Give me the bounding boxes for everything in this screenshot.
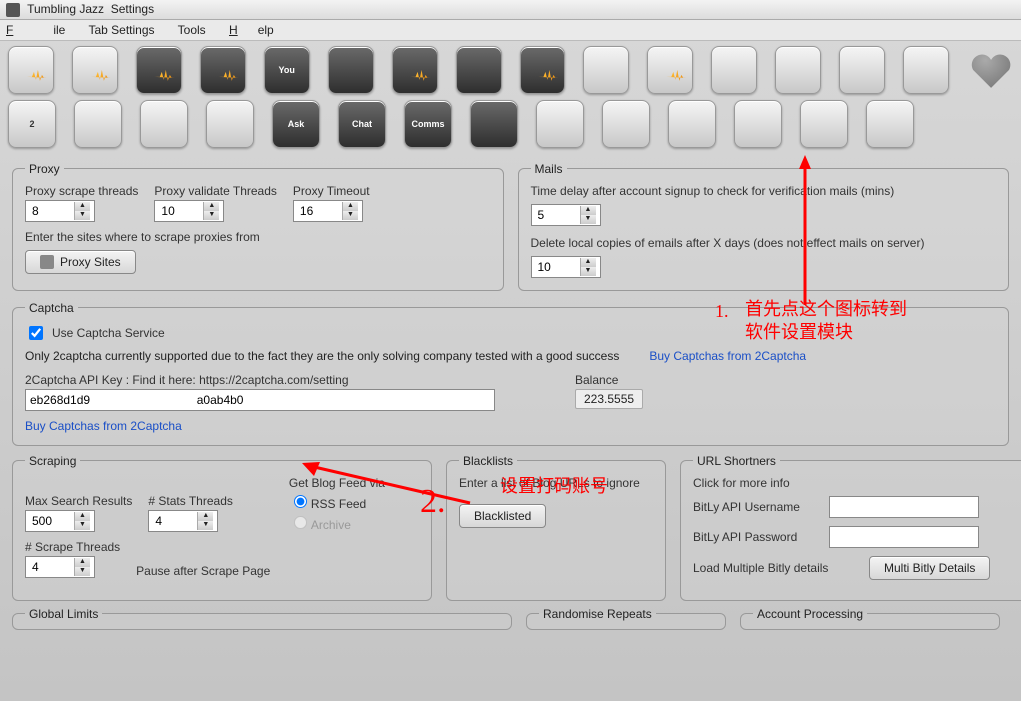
max-results-input[interactable]: ▲▼: [25, 510, 95, 532]
gear-settings-icon[interactable]: [800, 100, 848, 148]
notes-icon[interactable]: [8, 46, 54, 94]
two-icon[interactable]: 2: [8, 100, 56, 148]
blacklisted-button[interactable]: Blacklisted: [459, 504, 546, 528]
image-rss-icon[interactable]: [136, 46, 182, 94]
heart-icon[interactable]: [967, 46, 1013, 94]
scraping-legend: Scraping: [25, 454, 80, 468]
api-key-input[interactable]: [25, 389, 495, 411]
use-captcha-checkbox[interactable]: [29, 326, 43, 340]
shorteners-group: URL Shortners Click for more info BitLy …: [680, 454, 1021, 601]
robot-icon[interactable]: [866, 100, 914, 148]
proxy-sites-label: Enter the sites where to scrape proxies …: [25, 230, 260, 244]
clapper-icon[interactable]: [328, 46, 374, 94]
comms-icon[interactable]: Comms: [404, 100, 452, 148]
globe-rss-icon[interactable]: [200, 46, 246, 94]
balance-label: Balance: [575, 373, 643, 387]
youtube-icon[interactable]: You: [264, 46, 310, 94]
link-rss-icon[interactable]: [647, 46, 693, 94]
wifi-icon[interactable]: [206, 100, 254, 148]
mails-group: Mails Time delay after account signup to…: [518, 162, 1010, 291]
account-legend: Account Processing: [753, 607, 867, 621]
clapper-rss-icon[interactable]: [392, 46, 438, 94]
menubar: File Tab Settings Tools Help: [0, 20, 1021, 41]
proxy-validate-input[interactable]: ▲▼: [154, 200, 224, 222]
balance-value: 223.5555: [575, 389, 643, 409]
mail-delay-input[interactable]: ▲▼: [531, 204, 601, 226]
recycle-icon[interactable]: [775, 46, 821, 94]
load-bitly-label: Load Multiple Bitly details: [693, 561, 853, 575]
scraping-group: Scraping Max Search Results ▲▼ # Stats T…: [12, 454, 432, 601]
scrape-threads-label: # Scrape Threads: [25, 540, 120, 554]
mail-delay-label: Time delay after account signup to check…: [531, 184, 895, 198]
captcha-note: Only 2captcha currently supported due to…: [25, 349, 619, 363]
titlebar: Tumbling Jazz Settings: [0, 0, 1021, 20]
buy-captcha-link[interactable]: Buy Captchas from 2Captcha: [649, 349, 806, 363]
app-name: Tumbling Jazz: [27, 2, 104, 16]
satellite-icon[interactable]: [536, 100, 584, 148]
max-results-label: Max Search Results: [25, 494, 132, 508]
shorteners-legend: URL Shortners: [693, 454, 780, 468]
click-info-label: Click for more info: [693, 476, 790, 490]
pause-after-label: Pause after Scrape Page: [136, 564, 270, 578]
mail-delete-input[interactable]: ▲▼: [531, 256, 601, 278]
soundcloud-rss-icon[interactable]: [520, 46, 566, 94]
eye-icon[interactable]: [470, 100, 518, 148]
account-processing-group: Account Processing: [740, 607, 1000, 630]
stats-icon[interactable]: [734, 100, 782, 148]
menu-file[interactable]: File: [6, 23, 65, 37]
captcha-group: Captcha Use Captcha Service Only 2captch…: [12, 301, 1009, 446]
picture-icon[interactable]: [668, 100, 716, 148]
stats-threads-label: # Stats Threads: [148, 494, 233, 508]
soundcloud-icon[interactable]: [456, 46, 502, 94]
toolbar: You 2 Ask Chat Comms: [0, 41, 1021, 156]
proxy-timeout-input[interactable]: ▲▼: [293, 200, 363, 222]
chat-icon[interactable]: Chat: [338, 100, 386, 148]
rss-feed-radio[interactable]: RSS Feed: [289, 492, 385, 511]
buy-captcha-link-2[interactable]: Buy Captchas from 2Captcha: [25, 419, 525, 433]
api-key-label: 2Captcha API Key : Find it here: https:/…: [25, 373, 525, 387]
redo-icon[interactable]: [711, 46, 757, 94]
blacklists-legend: Blacklists: [459, 454, 517, 468]
proxy-group: Proxy Proxy scrape threads ▲▼ Proxy vali…: [12, 162, 504, 291]
randomise-legend: Randomise Repeats: [539, 607, 656, 621]
feed-via-label: Get Blog Feed via: [289, 476, 385, 490]
use-captcha-label: Use Captcha Service: [52, 326, 165, 340]
user-remove-icon[interactable]: [903, 46, 949, 94]
proxy-validate-label: Proxy validate Threads: [154, 184, 277, 198]
global-limits-legend: Global Limits: [25, 607, 102, 621]
stats-threads-input[interactable]: ▲▼: [148, 510, 218, 532]
blacklists-group: Blacklists Enter a list of Blog URLs to …: [446, 454, 666, 601]
menu-tabsettings[interactable]: Tab Settings: [88, 23, 154, 37]
randomise-group: Randomise Repeats: [526, 607, 726, 630]
bitly-pass-label: BitLy API Password: [693, 530, 813, 544]
proxy-scrape-input[interactable]: ▲▼: [25, 200, 95, 222]
proxy-scrape-label: Proxy scrape threads: [25, 184, 138, 198]
scrape-threads-input[interactable]: ▲▼: [25, 556, 95, 578]
proxy-legend: Proxy: [25, 162, 64, 176]
menu-help[interactable]: Help: [229, 23, 274, 37]
user-add-icon[interactable]: [839, 46, 885, 94]
bitly-user-label: BitLy API Username: [693, 500, 813, 514]
proxy-sites-button[interactable]: Proxy Sites: [25, 250, 136, 274]
search-icon[interactable]: [602, 100, 650, 148]
bitly-user-input[interactable]: [829, 496, 979, 518]
notes2-icon[interactable]: [72, 46, 118, 94]
link-icon[interactable]: [583, 46, 629, 94]
list-icon[interactable]: [140, 100, 188, 148]
proxy-timeout-label: Proxy Timeout: [293, 184, 370, 198]
captcha-legend: Captcha: [25, 301, 78, 315]
app-icon: [6, 3, 20, 17]
multi-bitly-button[interactable]: Multi Bitly Details: [869, 556, 990, 580]
global-limits-group: Global Limits: [12, 607, 512, 630]
calendar-icon[interactable]: [74, 100, 122, 148]
ask-icon[interactable]: Ask: [272, 100, 320, 148]
mail-delete-label: Delete local copies of emails after X da…: [531, 236, 925, 250]
bitly-pass-input[interactable]: [829, 526, 979, 548]
menu-tools[interactable]: Tools: [178, 23, 206, 37]
archive-radio: Archive: [289, 513, 385, 532]
mails-legend: Mails: [531, 162, 567, 176]
section-name: Settings: [111, 2, 154, 16]
blacklists-label: Enter a list of Blog URLs to ignore: [459, 476, 640, 490]
target-icon: [40, 255, 54, 269]
